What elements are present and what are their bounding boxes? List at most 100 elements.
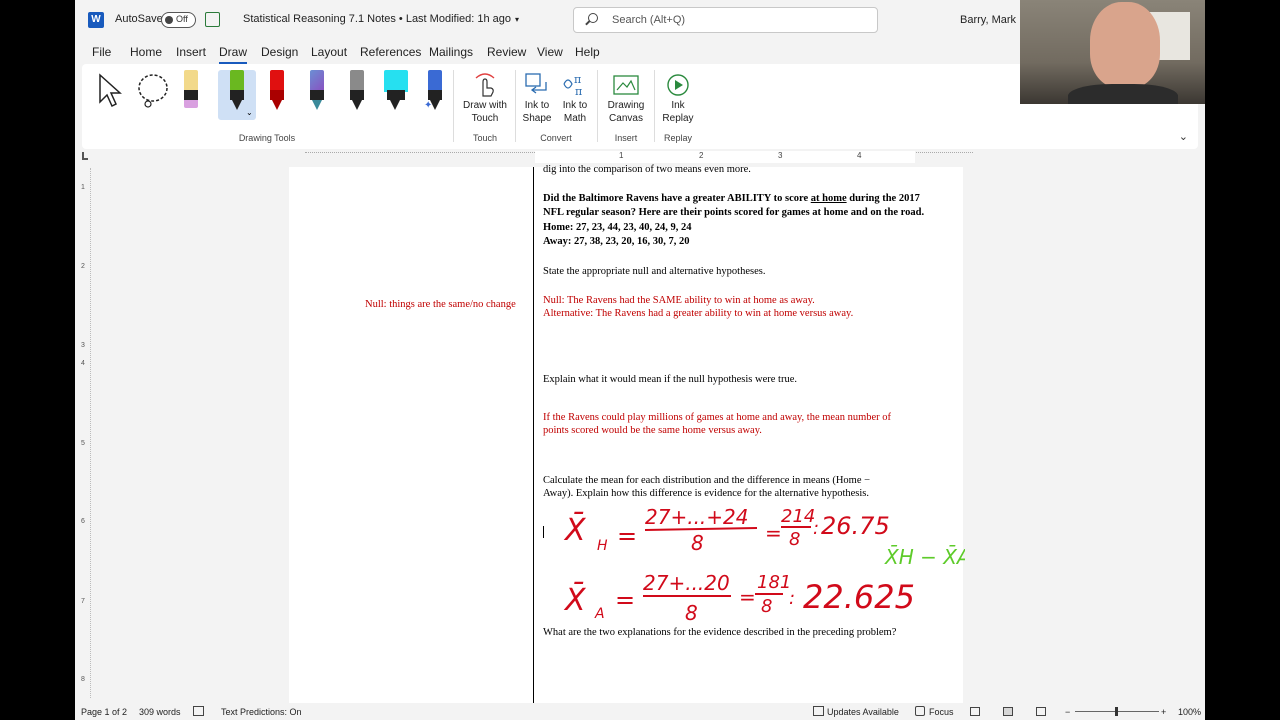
pen-band <box>428 90 442 100</box>
tab-home[interactable]: Home <box>130 45 162 59</box>
horizontal-ruler[interactable]: 1 2 3 4 <box>305 151 973 163</box>
pen-body <box>230 70 244 92</box>
save-icon[interactable] <box>205 12 220 27</box>
ribbon-divider <box>597 70 598 142</box>
pen-band <box>350 90 364 100</box>
autosave-state: Off <box>176 14 188 24</box>
question-hypotheses: State the appropriate null and alternati… <box>543 266 766 277</box>
question-ravens: Did the Baltimore Ravens have a greater … <box>543 192 920 207</box>
read-mode-icon[interactable] <box>970 707 980 716</box>
document-title[interactable]: Statistical Reasoning 7.1 Notes • Last M… <box>243 13 519 25</box>
vertical-ruler[interactable]: 1 2 3 4 5 6 7 8 <box>79 168 91 698</box>
drawing-canvas-button[interactable]: Drawing Canvas <box>602 70 650 130</box>
ink-xbar-home: X̄ <box>563 512 587 548</box>
tab-view[interactable]: View <box>537 45 563 59</box>
pen-band <box>310 90 324 100</box>
group-label-drawing-tools: Drawing Tools <box>238 133 296 143</box>
ink-home-sum: 27+...+24 <box>645 505 749 529</box>
doc-line-cut: dig into the comparison of two means eve… <box>543 164 751 175</box>
webcam-person <box>1090 2 1160 88</box>
question-underlined: at home <box>810 193 847 204</box>
collapse-ribbon-chevron-icon[interactable]: ⌄ <box>1179 130 1188 143</box>
ink-replay-label-1: Ink <box>671 100 685 111</box>
word-count[interactable]: 309 words <box>139 707 181 717</box>
autosave-toggle[interactable]: Off <box>161 12 196 28</box>
ribbon-divider <box>453 70 454 142</box>
word-window: W AutoSave Off Statistical Reasoning 7.1… <box>75 0 1205 720</box>
ruler-number: 6 <box>81 518 85 525</box>
updates-available[interactable]: Updates Available <box>827 707 899 717</box>
pen-green-tool[interactable]: ⌄ <box>226 70 253 120</box>
chevron-down-icon[interactable]: ⌄ <box>246 108 253 117</box>
ink-sub-h: H <box>597 538 608 554</box>
ruler-number: 5 <box>81 440 85 447</box>
tab-draw[interactable]: Draw <box>219 45 248 64</box>
tab-file[interactable]: File <box>92 45 111 59</box>
tab-stop-selector-icon[interactable] <box>82 152 88 160</box>
ink-equals: : <box>813 518 819 539</box>
drawing-canvas-label-1: Drawing <box>607 100 645 111</box>
pen-red-tool[interactable] <box>266 70 288 120</box>
pen-body <box>384 70 408 92</box>
pen-body <box>184 70 198 92</box>
page-count[interactable]: Page 1 of 2 <box>81 707 127 717</box>
pen-tip <box>232 100 242 110</box>
ink-equals: = <box>765 521 782 545</box>
pen-blue-sparkle-tool[interactable]: ✦ <box>424 70 446 120</box>
focus-button[interactable]: Focus <box>929 707 954 717</box>
text-predictions-status[interactable]: Text Predictions: On <box>221 707 302 717</box>
ruler-number: 8 <box>81 676 85 683</box>
pencil-gray-tool[interactable] <box>346 70 368 120</box>
tab-review[interactable]: Review <box>487 45 526 59</box>
draw-with-touch-label-1: Draw with <box>463 100 507 111</box>
ink-sub-a: A <box>594 606 605 622</box>
question-null-meaning: Explain what it would mean if the null h… <box>543 374 797 385</box>
draw-with-touch-button[interactable]: Draw with Touch <box>460 70 510 130</box>
ruler-number: 1 <box>81 184 85 191</box>
highlighter-yellow-tool[interactable] <box>180 70 202 120</box>
ink-frac-den: 8 <box>761 596 772 617</box>
proofing-icon[interactable] <box>193 706 204 716</box>
pen-tip <box>184 100 198 108</box>
sparkle-icon: ✦ <box>424 100 433 111</box>
tab-mailings[interactable]: Mailings <box>429 45 473 59</box>
web-layout-icon[interactable] <box>1036 707 1046 716</box>
print-layout-icon[interactable] <box>1003 707 1013 716</box>
ink-to-math-button[interactable]: π π Ink to Math <box>557 70 593 130</box>
zoom-in-button[interactable]: + <box>1161 707 1166 717</box>
search-icon <box>588 13 598 23</box>
lasso-select-icon[interactable] <box>136 72 170 122</box>
zoom-level[interactable]: 100% <box>1178 707 1201 717</box>
search-placeholder: Search (Alt+Q) <box>612 14 686 26</box>
question-ravens-line2: NFL regular season? Here are their point… <box>543 207 925 218</box>
ink-to-shape-label-1: Ink to <box>524 100 550 111</box>
tab-help[interactable]: Help <box>575 45 600 59</box>
ruler-number: 4 <box>857 151 862 160</box>
ruler-number: 4 <box>81 360 85 367</box>
tab-design[interactable]: Design <box>261 45 298 59</box>
ink-frac-num: 214 <box>781 506 815 527</box>
pen-galaxy-tool[interactable] <box>306 70 328 120</box>
margin-comment: Null: things are the same/no change <box>365 299 516 310</box>
tab-references[interactable]: References <box>360 45 421 59</box>
webcam-overlay <box>1020 0 1205 104</box>
group-label-convert: Convert <box>540 133 572 143</box>
away-scores: Away: 27, 38, 23, 20, 16, 30, 7, 20 <box>543 236 690 247</box>
ink-away-sum: 27+...20 <box>643 571 730 595</box>
highlighter-cyan-tool[interactable] <box>382 70 412 120</box>
user-name[interactable]: Barry, Mark <box>960 14 1016 26</box>
tab-layout[interactable]: Layout <box>311 45 347 59</box>
zoom-slider-thumb[interactable] <box>1115 707 1118 716</box>
ink-equals: = <box>615 586 635 614</box>
search-box[interactable]: Search (Alt+Q) <box>573 7 878 33</box>
ruler-number: 2 <box>699 151 704 160</box>
zoom-out-button[interactable]: − <box>1065 707 1070 717</box>
pen-band <box>184 90 198 100</box>
select-arrow-icon[interactable] <box>97 72 123 122</box>
tab-insert[interactable]: Insert <box>176 45 206 59</box>
ink-to-shape-button[interactable]: Ink to Shape <box>519 70 555 130</box>
text-cursor <box>543 526 544 538</box>
group-label-touch: Touch <box>472 133 498 143</box>
ink-replay-button[interactable]: Ink Replay <box>658 70 698 130</box>
ruler-number: 7 <box>81 598 85 605</box>
